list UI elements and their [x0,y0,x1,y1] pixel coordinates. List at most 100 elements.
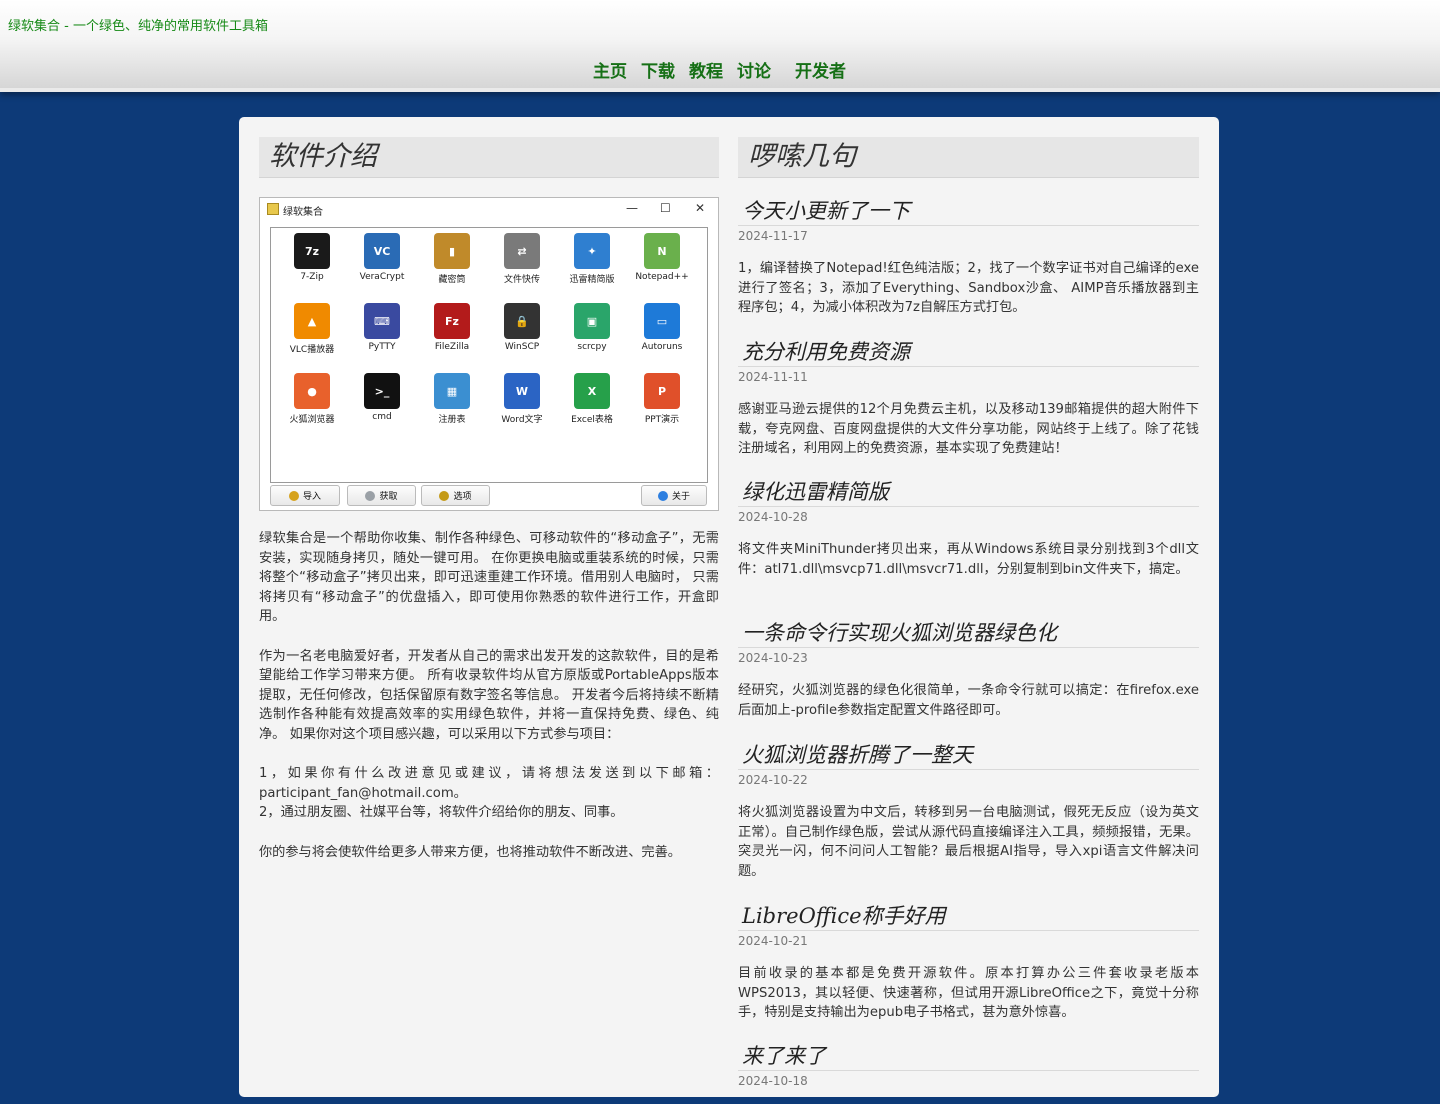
post-date: 2024-11-17 [738,229,808,243]
app-tile-label: VeraCrypt [359,272,405,282]
post: LibreOffice称手好用 2024-10-21 目前收录的基本都是免费开源软件… [738,903,1199,1023]
site-title[interactable]: 绿软集合 - 一个绿色、纯净的常用软件工具箱 [8,15,268,34]
options-icon [439,490,450,501]
app-tile: Fz FileZilla [417,298,487,365]
registry-icon: ▦ [434,373,470,409]
nav-download[interactable]: 下载 [641,57,675,82]
app-tile: ⇄ 文件快传 [487,228,557,295]
lock-icon: 🔒 [504,303,540,339]
intro-paragraph: 作为一名老电脑爱好者，开发者从自己的需求出发开发的这款软件，目的是希望能给工作学… [259,648,719,742]
app-tile: VC VeraCrypt [347,228,417,295]
app-screenshot: 绿软集合 — ☐ ✕ 7z 7-Zip VC VeraCrypt ▮ 藏密筒 ⇄ 文件快传 ✦ 迅… [259,197,719,511]
post: 今天小更新了一下 2024-11-17 1，编译替换了Notepad!红色纯洁版；2… [738,198,1199,318]
app-button-bar: 导入 获取 选项 关于 [270,485,708,507]
android-icon: ▣ [574,303,610,339]
post-body: 感谢亚马逊云提供的12个月免费云主机，以及移动139邮箱提供的超大附件下载，夸克… [738,402,1199,457]
news-column: 啰嗦几句 今天小更新了一下 2024-11-17 1，编译替换了Notepad!红色… [738,137,1199,1088]
nav-home[interactable]: 主页 [593,57,627,82]
post: 火狐浏览器折腾了一整天 2024-10-22 将火狐浏览器设置为中文后，转移到另一台… [738,742,1199,881]
site-header: 绿软集合 - 一个绿色、纯净的常用软件工具箱 主页 下载 教程 讨论 开发者 [0,0,1440,92]
import-icon [288,490,299,501]
post: 绿化迅雷精简版 2024-10-28 将文件夹MiniThunder拷贝出来，再从W… [738,479,1199,579]
app-tile-label: Excel表格 [571,415,613,425]
app-tile-label: WinSCP [504,342,540,352]
post: 充分利用免费资源 2024-11-11 感谢亚马逊云提供的12个月免费云主机，以及移… [738,339,1199,459]
nav-tutorial[interactable]: 教程 [689,57,723,82]
app-grid-area: 7z 7-Zip VC VeraCrypt ▮ 藏密筒 ⇄ 文件快传 ✦ 迅雷精简版 N Notepa… [270,227,708,483]
minimize-icon: — [626,201,638,215]
app-tile-label: scrcpy [577,342,607,352]
7zip-icon: 7z [294,233,330,269]
about-button: 关于 [641,485,707,506]
help-icon [657,490,668,501]
post-title[interactable]: 充分利用免费资源 [738,339,1199,367]
post-date: 2024-10-23 [738,651,808,665]
veracrypt-icon: VC [364,233,400,269]
app-tile-label: PyTTY [368,342,396,352]
ppt-icon: P [644,373,680,409]
app-tile: P PPT演示 [627,368,697,435]
excel-icon: X [574,373,610,409]
content-panel: 软件介绍 绿软集合 — ☐ ✕ 7z 7-Zip VC VeraCrypt ▮ 藏密筒 ⇄ 文… [239,117,1219,1097]
app-tile-label: Autoruns [641,342,683,352]
app-tile: ▣ scrcpy [557,298,627,365]
app-tile: ▦ 注册表 [417,368,487,435]
app-tile: 7z 7-Zip [277,228,347,295]
options-button: 选项 [421,485,490,506]
thunder-bird-icon: ✦ [574,233,610,269]
post-title[interactable]: 今天小更新了一下 [738,198,1199,226]
main-nav: 主页 下载 教程 讨论 开发者 [593,57,846,82]
notepad-icon: N [644,233,680,269]
nav-developer[interactable]: 开发者 [795,57,846,82]
post-title[interactable]: 火狐浏览器折腾了一整天 [738,742,1199,770]
app-tile-label: PPT演示 [644,415,680,425]
app-tile-label: 7-Zip [300,272,324,282]
app-tile-label: Word文字 [501,415,543,425]
app-tile: 🔒 WinSCP [487,298,557,365]
intro-paragraph: 绿软集合是一个帮助你收集、制作各种绿色、可移动软件的“移动盒子”，无需安装，实现… [259,531,719,625]
post-title[interactable]: LibreOffice称手好用 [738,903,1199,931]
post-body: 将文件夹MiniThunder拷贝出来，再从Windows系统目录分别找到3个d… [738,542,1199,577]
word-icon: W [504,373,540,409]
intro-heading: 软件介绍 [259,137,719,178]
app-grid: 7z 7-Zip VC VeraCrypt ▮ 藏密筒 ⇄ 文件快传 ✦ 迅雷精简版 N Notepa… [277,228,707,435]
app-tile: ▭ Autoruns [627,298,697,365]
app-titlebar: 绿软集合 — ☐ ✕ [260,198,718,220]
app-tile: ▲ VLC播放器 [277,298,347,365]
terminal-icon: ⌨ [364,303,400,339]
app-tile-label: FileZilla [434,342,470,352]
suggestion-line: 1，如果你有什么改进意见或建议，请将想法发送到以下邮箱：participant_… [259,766,719,801]
app-logo-icon [267,203,279,215]
app-tile-label: 文件快传 [503,275,540,285]
post: 一条命令行实现火狐浏览器绿色化 2024-10-23 经研究，火狐浏览器的绿色化很简… [738,620,1199,720]
firefox-icon: ● [294,373,330,409]
app-tile-label: 注册表 [438,415,466,425]
import-button: 导入 [270,485,340,506]
app-tile-label: VLC播放器 [289,345,335,355]
close-icon: ✕ [695,201,706,215]
file-transfer-icon: ⇄ [504,233,540,269]
nav-discuss[interactable]: 讨论 [737,57,771,82]
fetch-button: 获取 [347,485,416,506]
share-line: 2，通过朋友圈、社媒平台等，将软件介绍给你的朋友、同事。 [259,805,624,821]
app-tile-label: 迅雷精简版 [569,275,615,285]
cmd-icon: >_ [364,373,400,409]
filezilla-icon: Fz [434,303,470,339]
post-title[interactable]: 一条命令行实现火狐浏览器绿色化 [738,620,1199,648]
post-title[interactable]: 来了来了 [738,1043,1199,1071]
autoruns-icon: ▭ [644,303,680,339]
news-heading: 啰嗦几句 [738,137,1199,178]
vlc-cone-icon: ▲ [294,303,330,339]
app-tile: W Word文字 [487,368,557,435]
app-tile: ⌨ PyTTY [347,298,417,365]
intro-text: 绿软集合是一个帮助你收集、制作各种绿色、可移动软件的“移动盒子”，无需安装，实现… [259,529,719,862]
post-title[interactable]: 绿化迅雷精简版 [738,479,1199,507]
app-tile-label: 火狐浏览器 [289,415,335,425]
safe-icon: ▮ [434,233,470,269]
maximize-icon: ☐ [660,201,671,215]
app-tile: X Excel表格 [557,368,627,435]
post-date: 2024-10-22 [738,773,808,787]
app-tile-label: Notepad++ [635,272,689,282]
app-tile-label: 藏密筒 [438,275,466,285]
app-window-title: 绿软集合 [283,207,323,218]
